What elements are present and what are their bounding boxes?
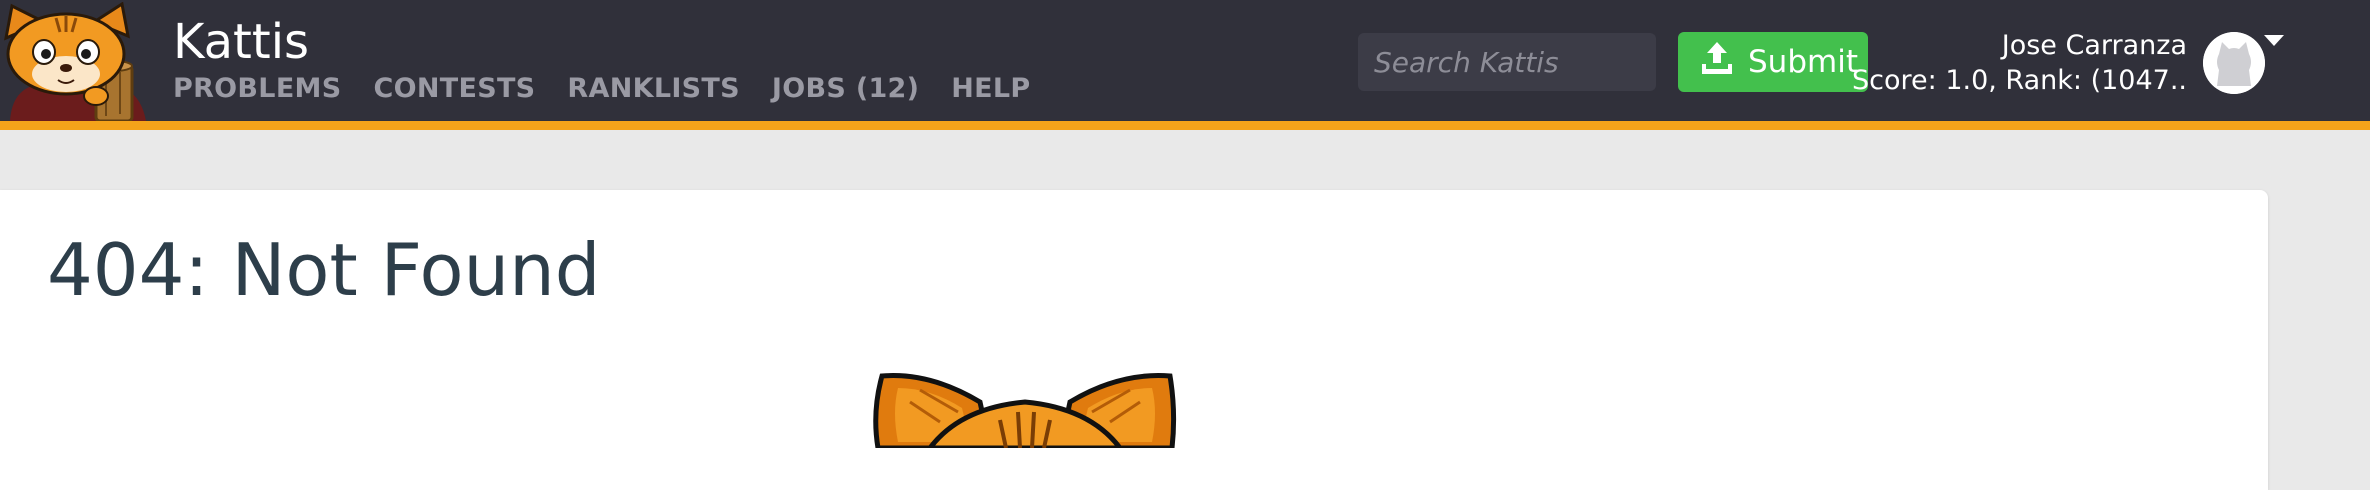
search-box (1358, 33, 1748, 91)
user-name: Jose Carranza (2001, 30, 2187, 61)
cat-illustration (870, 372, 1180, 451)
nav-help[interactable]: HELP (951, 72, 1030, 106)
page-title: 404: Not Found (47, 228, 601, 312)
user-score: Score: 1.0, Rank: (1047.. (1852, 65, 2187, 96)
main-nav: PROBLEMS CONTESTS RANKLISTS JOBS (12) HE… (173, 72, 1031, 106)
brand-title[interactable]: Kattis (173, 14, 309, 70)
chevron-down-icon[interactable] (2264, 35, 2284, 46)
search-input[interactable] (1358, 33, 1719, 91)
navbar-accent-bar (0, 121, 2370, 130)
top-navbar: Kattis PROBLEMS CONTESTS RANKLISTS JOBS … (0, 0, 2370, 123)
user-info[interactable]: Jose Carranza Score: 1.0, Rank: (1047.. (1852, 28, 2187, 98)
nav-problems[interactable]: PROBLEMS (173, 72, 341, 106)
nav-jobs[interactable]: JOBS (12) (772, 72, 919, 106)
nav-contests[interactable]: CONTESTS (373, 72, 535, 106)
kattis-logo-icon[interactable] (0, 1, 152, 123)
submit-button[interactable]: Submit (1678, 32, 1868, 92)
avatar-icon[interactable] (2203, 32, 2265, 94)
nav-ranklists[interactable]: RANKLISTS (567, 72, 739, 106)
submit-label: Submit (1748, 44, 1858, 80)
upload-icon (1700, 40, 1734, 84)
